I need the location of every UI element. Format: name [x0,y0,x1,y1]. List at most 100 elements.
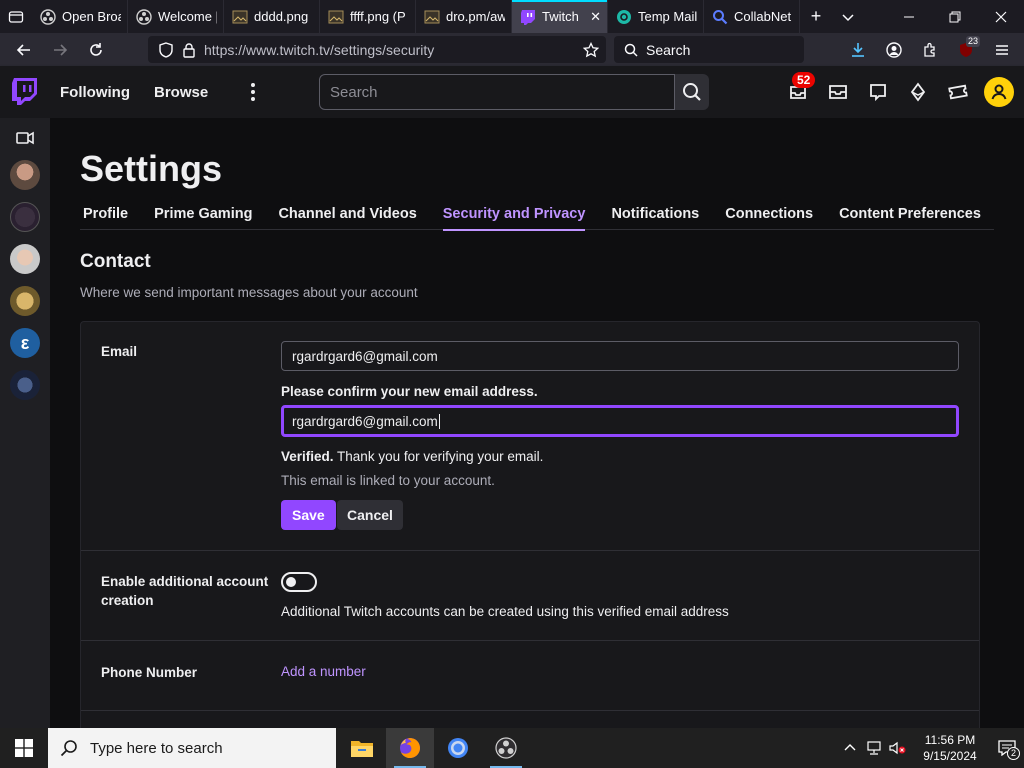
taskbar-search-placeholder: Type here to search [90,739,223,757]
browser-tab-ffff-png[interactable]: ffff.png (P [320,0,416,33]
tab-label: Open Broa [62,9,121,24]
channel-avatar[interactable]: ε [10,328,40,358]
confirm-email-label: Please confirm your new email address. [281,384,538,399]
close-icon [995,11,1007,22]
extension-badge: 23 [965,36,980,47]
taskbar-file-explorer[interactable] [338,728,386,768]
twitch-search-button[interactable] [675,74,709,110]
tab-notifications[interactable]: Notifications [611,206,699,230]
rail-toggle-button[interactable] [16,128,34,148]
bits-gem-icon [910,82,926,102]
search-icon [624,43,638,57]
save-button[interactable]: Save [281,500,336,530]
chevron-down-icon [842,13,854,21]
close-window-button[interactable] [978,0,1024,33]
back-button[interactable] [6,33,42,66]
obs-icon [40,8,56,25]
downloads-button[interactable] [840,33,876,66]
shield-icon [159,41,173,58]
browser-search-input[interactable]: Search [614,36,804,63]
obs-icon [495,737,517,759]
channel-avatar[interactable] [10,370,40,400]
tab-list-button[interactable] [0,0,32,33]
tab-content-preferences[interactable]: Content Preferences [839,206,981,230]
tab-connections[interactable]: Connections [725,206,813,230]
tab-prime-gaming[interactable]: Prime Gaming [154,206,252,230]
nav-following[interactable]: Following [60,84,130,101]
email-field[interactable]: rgardrgard6@gmail.com [281,341,959,371]
taskbar-chrome[interactable] [434,728,482,768]
nav-browse[interactable]: Browse [154,84,208,101]
whispers-button[interactable] [858,66,898,118]
mail-icon [829,85,847,99]
extensions-button[interactable] [912,33,948,66]
verified-text: Thank you for verifying your email. [337,449,544,464]
action-center-button[interactable]: 2 [990,740,1024,760]
browser-tab-dro-pm[interactable]: dro.pm/aw [416,0,512,33]
close-tab-icon[interactable]: ✕ [590,9,601,25]
image-icon [232,9,248,25]
account-button[interactable] [876,33,912,66]
start-button[interactable] [0,728,48,768]
tab-label: CollabNet [734,9,792,24]
list-all-tabs-button[interactable] [832,0,864,33]
tab-channel-and-videos[interactable]: Channel and Videos [278,206,416,230]
taskbar-obs[interactable] [482,728,530,768]
additional-accounts-label: Enable additional account creation [101,574,269,608]
tab-list-icon [8,10,24,23]
vertical-dots-icon [251,83,256,101]
phone-number-label: Phone Number [101,665,198,680]
restore-button[interactable] [932,0,978,33]
tab-label: Twitch [542,9,579,24]
ublock-extension-button[interactable]: 23 [948,33,984,66]
browser-tab-welcome[interactable]: Welcome | [128,0,224,33]
channel-avatar[interactable] [10,286,40,316]
notification-count-badge: 52 [792,72,816,88]
contact-card: Email rgardrgard6@gmail.com Please confi… [80,321,980,728]
bookmark-star-icon[interactable] [576,41,606,58]
app-menu-button[interactable] [984,33,1020,66]
more-menu-button[interactable] [238,82,268,102]
reload-button[interactable] [78,33,114,66]
taskbar-search-input[interactable]: Type here to search [48,728,336,768]
image-icon [328,9,344,25]
browser-tab-collabnet[interactable]: CollabNet [704,0,800,33]
notifications-button[interactable]: 52 [778,66,818,118]
channel-avatar[interactable] [10,244,40,274]
url-bar[interactable]: https://www.twitch.tv/settings/security [148,36,606,63]
cancel-button[interactable]: Cancel [337,500,403,530]
network-button[interactable] [862,741,886,755]
confirm-email-field[interactable]: rgardrgard6@gmail.com [281,405,959,437]
tab-security-and-privacy[interactable]: Security and Privacy [442,206,585,231]
new-tab-button[interactable]: + [800,0,832,33]
additional-accounts-toggle[interactable] [281,572,317,592]
add-phone-number-link[interactable]: Add a number [281,664,366,679]
chrome-icon [448,738,468,758]
volume-button[interactable] [886,741,910,755]
chevron-up-icon [844,744,856,751]
inbox-button[interactable] [818,66,858,118]
email-label: Email [101,344,138,359]
prime-loot-button[interactable] [938,66,978,118]
clock[interactable]: 11:56 PM 9/15/2024 [910,732,990,764]
bits-button[interactable] [898,66,938,118]
browser-tab-open-broadcaster[interactable]: Open Broa [32,0,128,33]
user-avatar-button[interactable] [984,77,1014,107]
twitch-logo[interactable] [0,78,50,106]
tab-profile[interactable]: Profile [83,206,128,230]
channel-avatar[interactable] [10,202,40,232]
twitch-search-input[interactable]: Search [319,74,675,110]
minimize-icon [904,16,914,17]
windows-taskbar: Type here to search 11:56 PM 9/15/2024 2 [0,728,1024,768]
taskbar-firefox[interactable] [386,728,434,768]
confirm-email-field-value: rgardrgard6@gmail.com [292,413,438,429]
minimize-button[interactable] [886,0,932,33]
channel-avatar[interactable] [10,160,40,190]
browser-tab-temp-mail[interactable]: Temp Mail [608,0,704,33]
page-title: Settings [80,148,223,189]
show-hidden-icons-button[interactable] [838,742,862,754]
browser-tab-twitch[interactable]: Twitch ✕ [512,0,608,33]
user-icon [991,84,1007,100]
browser-tab-dddd-png[interactable]: dddd.png [224,0,320,33]
forward-button[interactable] [42,33,78,66]
